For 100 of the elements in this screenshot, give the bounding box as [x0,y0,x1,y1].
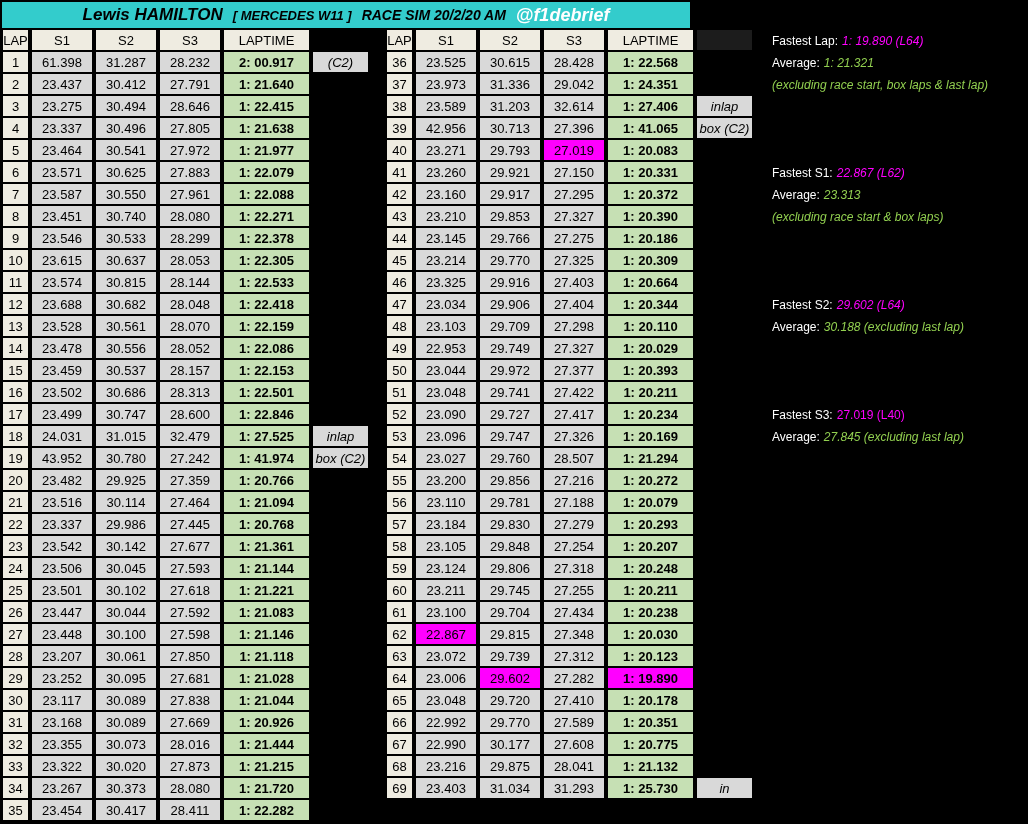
lap-time-cell: 1: 20.110 [608,316,693,336]
sector-time-cell: 32.479 [160,426,220,446]
sector-time-cell: 27.445 [160,514,220,534]
sector-time-cell: 23.275 [32,96,92,116]
sector-time-cell: 32.614 [544,96,604,116]
lap-time-cell: 1: 21.083 [224,602,309,622]
sector-time-cell: 23.210 [416,206,476,226]
sector-time-cell: 27.598 [160,624,220,644]
sector-time-cell: 31.293 [544,778,604,798]
lap-number-cell: 56 [387,492,412,512]
sector-time-cell: 27.677 [160,536,220,556]
sector-time-cell: 29.972 [480,360,540,380]
sector-time-cell: 30.541 [96,140,156,160]
lap-number-cell: 48 [387,316,412,336]
sector-time-cell: 23.027 [416,448,476,468]
sector-time-cell: 29.720 [480,690,540,710]
sector-time-cell: 23.337 [32,118,92,138]
lap-time-cell: 1: 20.207 [608,536,693,556]
sector-time-cell: 29.770 [480,250,540,270]
sector-time-cell: 23.216 [416,756,476,776]
sector-time-cell: 23.105 [416,536,476,556]
sector-time-cell: 27.327 [544,338,604,358]
sector-time-cell: 28.313 [160,382,220,402]
lap-number-cell: 34 [3,778,28,798]
sector-time-cell: 27.150 [544,162,604,182]
sector-time-cell: 27.255 [544,580,604,600]
sector-time-cell: 27.618 [160,580,220,600]
sector-time-cell: 23.110 [416,492,476,512]
lap-number-cell: 18 [3,426,28,446]
lap-time-cell: 1: 22.153 [224,360,309,380]
sector-time-cell: 27.275 [544,228,604,248]
sector-time-cell: 30.625 [96,162,156,182]
sector-time-cell: 29.760 [480,448,540,468]
lap-time-cell: 1: 22.846 [224,404,309,424]
sector-time-cell: 27.791 [160,74,220,94]
sector-time-cell: 28.070 [160,316,220,336]
lap-number-cell: 15 [3,360,28,380]
sector-time-cell: 28.048 [160,294,220,314]
sector-time-cell: 30.550 [96,184,156,204]
stat-label: Average: [772,320,820,334]
lap-number-cell: 36 [387,52,412,72]
lap-number-cell: 1 [3,52,28,72]
sector-time-cell: 23.214 [416,250,476,270]
fastest-lap-time-cell: 1: 19.890 [608,668,693,688]
sector-time-cell: 27.883 [160,162,220,182]
sector-time-cell: 23.571 [32,162,92,182]
column-header: S3 [160,30,220,50]
sector-time-cell: 23.615 [32,250,92,270]
sector-time-cell: 27.282 [544,668,604,688]
lap-number-cell: 24 [3,558,28,578]
lap-time-cell: 1: 27.406 [608,96,693,116]
sector-time-cell: 30.089 [96,712,156,732]
lap-number-cell: 27 [3,624,28,644]
sector-time-cell: 27.327 [544,206,604,226]
sector-time-cell: 23.184 [416,514,476,534]
sector-time-cell: 23.322 [32,756,92,776]
sector-time-cell: 23.451 [32,206,92,226]
lap-number-cell: 59 [387,558,412,578]
lap-note-cell: in [697,778,752,798]
stat-value: 22.867 (L62) [836,166,905,180]
sector-time-cell: 27.669 [160,712,220,732]
lap-time-cell: 1: 41.974 [224,448,309,468]
stat-label: Fastest S2: [772,298,833,312]
sector-time-cell: 29.793 [480,140,540,160]
lap-note-cell: (C2) [313,52,368,72]
sector-time-cell: 23.145 [416,228,476,248]
sector-time-cell: 27.279 [544,514,604,534]
sector-time-cell: 29.815 [480,624,540,644]
lap-time-cell: 1: 20.248 [608,558,693,578]
lap-number-cell: 42 [387,184,412,204]
sector-time-cell: 27.589 [544,712,604,732]
lap-number-cell: 23 [3,536,28,556]
column-header: S3 [544,30,604,50]
sector-time-cell: 28.507 [544,448,604,468]
lap-time-cell: 1: 27.525 [224,426,309,446]
sector-time-cell: 27.464 [160,492,220,512]
lap-time-cell: 1: 20.344 [608,294,693,314]
lap-time-cell: 1: 22.418 [224,294,309,314]
sector-time-cell: 23.464 [32,140,92,160]
lap-number-cell: 65 [387,690,412,710]
lap-number-cell: 44 [387,228,412,248]
sector-time-cell: 27.348 [544,624,604,644]
lap-time-cell: 1: 20.123 [608,646,693,666]
lap-number-cell: 30 [3,690,28,710]
sector-time-cell: 27.838 [160,690,220,710]
lap-number-cell: 63 [387,646,412,666]
lap-number-cell: 11 [3,272,28,292]
sector-time-cell: 28.646 [160,96,220,116]
sector-time-cell: 22.953 [416,338,476,358]
lap-time-cell: 1: 20.083 [608,140,693,160]
sector-time-cell: 23.168 [32,712,92,732]
lap-number-cell: 16 [3,382,28,402]
lap-number-cell: 60 [387,580,412,600]
lap-number-cell: 53 [387,426,412,446]
lap-time-cell: 1: 22.282 [224,800,309,820]
sector-time-cell: 28.299 [160,228,220,248]
lap-time-cell: 1: 22.271 [224,206,309,226]
lap-time-cell: 1: 20.079 [608,492,693,512]
sector-time-cell: 30.561 [96,316,156,336]
sector-time-cell: 23.589 [416,96,476,116]
